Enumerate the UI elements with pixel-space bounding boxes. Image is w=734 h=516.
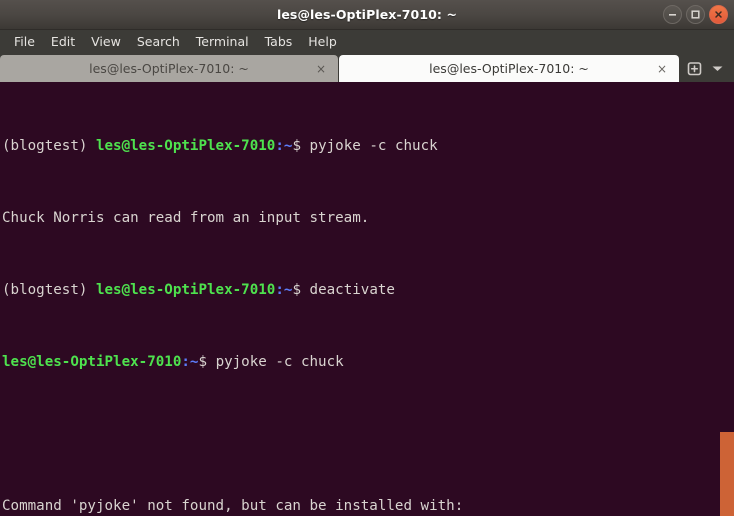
prompt-dollar: $ <box>292 138 310 154</box>
maximize-button[interactable] <box>686 5 705 24</box>
new-tab-icon[interactable] <box>686 60 703 77</box>
terminal-command: pyjoke -c chuck <box>215 354 344 370</box>
menu-item-tabs[interactable]: Tabs <box>257 30 301 54</box>
venv-prefix: (blogtest) <box>2 138 96 154</box>
prompt-colon: : <box>181 354 190 370</box>
tab-2-label: les@les-OptiPlex-7010: ~ <box>429 61 589 76</box>
tab-2-close-icon[interactable]: × <box>657 63 667 75</box>
tab-bar: les@les-OptiPlex-7010: ~ × les@les-OptiP… <box>0 54 734 82</box>
menu-bar: File Edit View Search Terminal Tabs Help <box>0 30 734 54</box>
minimize-icon <box>669 14 676 16</box>
terminal-line: les@les-OptiPlex-7010:~$ pyjoke -c chuck <box>2 353 734 371</box>
prompt-dollar: $ <box>292 282 310 298</box>
maximize-icon <box>691 10 700 19</box>
menu-item-terminal[interactable]: Terminal <box>188 30 257 54</box>
terminal-screen[interactable]: (blogtest) les@les-OptiPlex-7010:~$ pyjo… <box>0 82 734 516</box>
window-title: les@les-OptiPlex-7010: ~ <box>276 7 458 22</box>
terminal-command: pyjoke -c chuck <box>309 138 438 154</box>
tab-1[interactable]: les@les-OptiPlex-7010: ~ × <box>0 55 338 82</box>
window-controls <box>663 5 728 24</box>
prompt-userhost: les@les-OptiPlex-7010 <box>95 138 276 154</box>
prompt-userhost: les@les-OptiPlex-7010 <box>2 354 182 370</box>
prompt-colon: : <box>275 138 284 154</box>
terminal-command: deactivate <box>309 282 395 298</box>
menu-item-view[interactable]: View <box>83 30 129 54</box>
terminal-output-text: Command 'pyjoke' not found, but can be i… <box>2 498 464 514</box>
terminal-output-text: Chuck Norris can read from an input stre… <box>2 210 370 226</box>
title-bar[interactable]: les@les-OptiPlex-7010: ~ <box>0 0 734 30</box>
terminal-window: les@les-OptiPlex-7010: ~ File Edit View <box>0 0 734 516</box>
venv-prefix: (blogtest) <box>2 282 96 298</box>
scrollbar-thumb[interactable] <box>720 432 734 516</box>
terminal-output: (blogtest) les@les-OptiPlex-7010:~$ pyjo… <box>0 82 734 516</box>
prompt-userhost: les@les-OptiPlex-7010 <box>95 282 276 298</box>
prompt-dollar: $ <box>198 354 216 370</box>
prompt-colon: : <box>275 282 284 298</box>
tab-2[interactable]: les@les-OptiPlex-7010: ~ × <box>339 55 679 82</box>
close-icon <box>715 11 722 18</box>
menu-item-edit[interactable]: Edit <box>43 30 83 54</box>
tab-bar-actions <box>680 55 734 82</box>
menu-item-help[interactable]: Help <box>300 30 345 54</box>
chevron-down-icon[interactable] <box>711 64 724 73</box>
scrollbar-track[interactable] <box>720 82 734 516</box>
terminal-line: (blogtest) les@les-OptiPlex-7010:~$ deac… <box>2 281 734 299</box>
menu-item-file[interactable]: File <box>6 30 43 54</box>
menu-item-search[interactable]: Search <box>129 30 188 54</box>
close-button[interactable] <box>709 5 728 24</box>
tab-1-close-icon[interactable]: × <box>316 63 326 75</box>
tab-1-label: les@les-OptiPlex-7010: ~ <box>89 61 249 76</box>
terminal-line: Command 'pyjoke' not found, but can be i… <box>2 497 734 515</box>
terminal-line: (blogtest) les@les-OptiPlex-7010:~$ pyjo… <box>2 137 734 155</box>
minimize-button[interactable] <box>663 5 682 24</box>
terminal-line: Chuck Norris can read from an input stre… <box>2 209 734 227</box>
